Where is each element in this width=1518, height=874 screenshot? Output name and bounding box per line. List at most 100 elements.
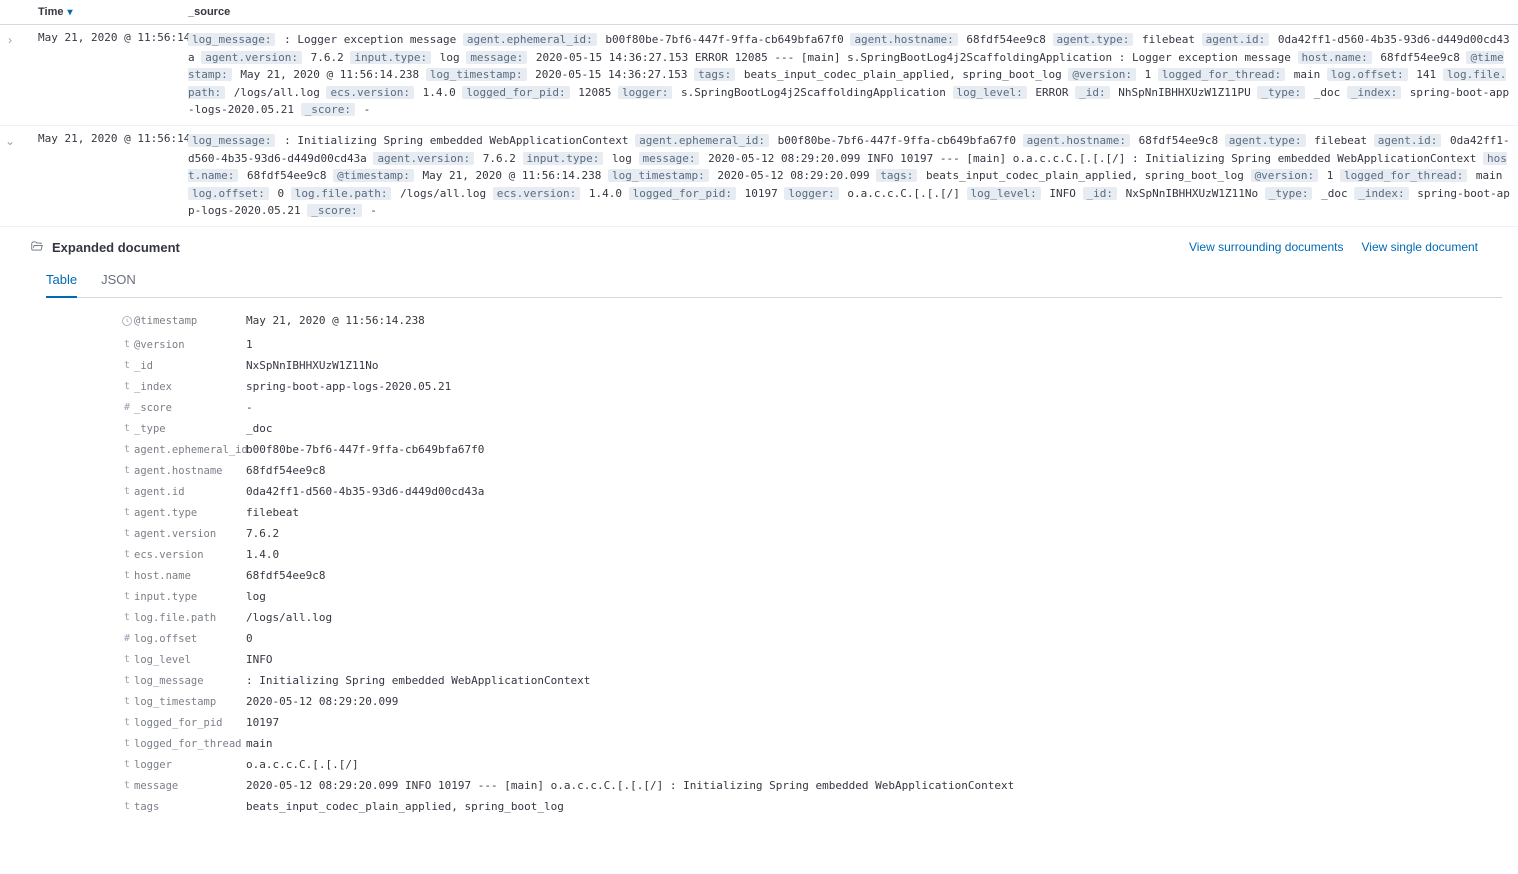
field-row: tlog_levelINFO (120, 649, 1518, 670)
source-field-name: tags: (694, 68, 735, 81)
source-field-value: : Logger exception message (277, 33, 462, 46)
field-key[interactable]: logged_for_pid (134, 716, 240, 729)
text-type-icon: t (120, 527, 134, 539)
field-value: 1.4.0 (240, 548, 1518, 561)
text-type-icon: t (120, 338, 134, 350)
source-field-name: agent.hostname: (850, 33, 957, 46)
source-field-value: ERROR (1029, 86, 1075, 99)
source-field-name: agent.ephemeral_id: (463, 33, 597, 46)
field-value: 10197 (240, 716, 1518, 729)
field-key[interactable]: input.type (134, 590, 240, 603)
field-key[interactable]: log_level (134, 653, 240, 666)
source-field-name: log_message: (188, 33, 275, 46)
folder-open-icon (30, 239, 44, 256)
field-value: - (240, 401, 1518, 414)
source-field-value: /logs/all.log (227, 86, 326, 99)
source-field-value: _doc (1314, 187, 1354, 200)
source-field-name: _type: (1257, 86, 1305, 99)
header-time[interactable]: Time ▾ (20, 6, 188, 18)
field-key[interactable]: @timestamp (134, 314, 240, 327)
collapse-icon[interactable]: ⌄ (0, 132, 20, 220)
source-field-value: INFO (1043, 187, 1083, 200)
text-type-icon: t (120, 359, 134, 371)
tab-json[interactable]: JSON (101, 264, 136, 297)
text-type-icon: t (120, 611, 134, 623)
source-field-value: filebeat (1308, 134, 1374, 147)
field-key[interactable]: tags (134, 800, 240, 813)
field-value: 1 (240, 338, 1518, 351)
field-key[interactable]: ecs.version (134, 548, 240, 561)
source-field-name: logged_for_thread: (1340, 169, 1467, 182)
field-row: tmessage2020-05-12 08:29:20.099 INFO 101… (120, 775, 1518, 796)
field-key[interactable]: log_message (134, 674, 240, 687)
source-field-name: agent.id: (1374, 134, 1442, 147)
source-field-name: agent.version: (201, 51, 302, 64)
header-source[interactable]: _source (188, 6, 1518, 18)
field-key[interactable]: host.name (134, 569, 240, 582)
source-field-name: log.offset: (1327, 68, 1408, 81)
source-field-value: filebeat (1135, 33, 1201, 46)
clock-icon (120, 314, 134, 330)
source-field-value: s.SpringBootLog4j2ScaffoldingApplication (674, 86, 952, 99)
field-key[interactable]: logger (134, 758, 240, 771)
field-row: t_type_doc (120, 418, 1518, 439)
text-type-icon: t (120, 674, 134, 686)
field-row: tagent.version7.6.2 (120, 523, 1518, 544)
source-field-name: input.type: (523, 152, 604, 165)
field-key[interactable]: agent.type (134, 506, 240, 519)
field-row: @timestampMay 21, 2020 @ 11:56:14.238 (120, 310, 1518, 334)
source-field-value: 141 (1410, 68, 1443, 81)
row-time: May 21, 2020 @ 11:56:14.238 (20, 31, 188, 119)
field-key[interactable]: _type (134, 422, 240, 435)
link-view-surrounding[interactable]: View surrounding documents (1189, 240, 1344, 254)
text-type-icon: t (120, 779, 134, 791)
text-type-icon: t (120, 380, 134, 392)
field-key[interactable]: @version (134, 338, 240, 351)
tab-table[interactable]: Table (46, 264, 77, 297)
field-row: tlogged_for_pid10197 (120, 712, 1518, 733)
field-key[interactable]: _id (134, 359, 240, 372)
source-field-value: - (357, 103, 370, 116)
field-row: #_score - (120, 397, 1518, 418)
table-row: ⌄May 21, 2020 @ 11:56:14.238log_message:… (0, 126, 1518, 227)
field-row: tagent.hostname68fdf54ee9c8 (120, 460, 1518, 481)
text-type-icon: t (120, 443, 134, 455)
source-field-name: agent.type: (1053, 33, 1134, 46)
source-field-value: 2020-05-15 14:36:27.153 (529, 68, 695, 81)
field-key[interactable]: _index (134, 380, 240, 393)
field-row: t@version1 (120, 334, 1518, 355)
field-row: tecs.version1.4.0 (120, 544, 1518, 565)
field-value: spring-boot-app-logs-2020.05.21 (240, 380, 1518, 393)
field-row: t_indexspring-boot-app-logs-2020.05.21 (120, 376, 1518, 397)
source-field-value: 1 (1138, 68, 1158, 81)
source-field-value: 2020-05-12 08:29:20.099 (711, 169, 877, 182)
field-key[interactable]: log.offset (134, 632, 240, 645)
field-key[interactable]: _score (134, 401, 240, 414)
field-key[interactable]: agent.ephemeral_id (134, 443, 240, 456)
text-type-icon: t (120, 716, 134, 728)
field-key[interactable]: agent.id (134, 485, 240, 498)
source-field-name: message: (466, 51, 527, 64)
field-value: 0 (240, 632, 1518, 645)
field-key[interactable]: agent.hostname (134, 464, 240, 477)
field-key[interactable]: log_timestamp (134, 695, 240, 708)
field-value: o.a.c.c.C.[.[.[/] (240, 758, 1518, 771)
row-time: May 21, 2020 @ 11:56:14.238 (20, 132, 188, 220)
field-value: /logs/all.log (240, 611, 1518, 624)
source-field-value: log (605, 152, 638, 165)
link-view-single[interactable]: View single document (1361, 240, 1478, 254)
field-value: 68fdf54ee9c8 (240, 569, 1518, 582)
field-key[interactable]: agent.version (134, 527, 240, 540)
source-field-name: input.type: (350, 51, 431, 64)
field-key[interactable]: log.file.path (134, 611, 240, 624)
field-key[interactable]: logged_for_thread (134, 737, 240, 750)
field-key[interactable]: message (134, 779, 240, 792)
source-field-name: log_level: (967, 187, 1041, 200)
field-value: log (240, 590, 1518, 603)
source-field-name: agent.version: (373, 152, 474, 165)
row-source: log_message: : Logger exception message … (188, 31, 1518, 119)
text-type-icon: t (120, 548, 134, 560)
expand-icon[interactable]: › (0, 31, 20, 119)
source-field-value: 10197 (738, 187, 784, 200)
text-type-icon: t (120, 695, 134, 707)
